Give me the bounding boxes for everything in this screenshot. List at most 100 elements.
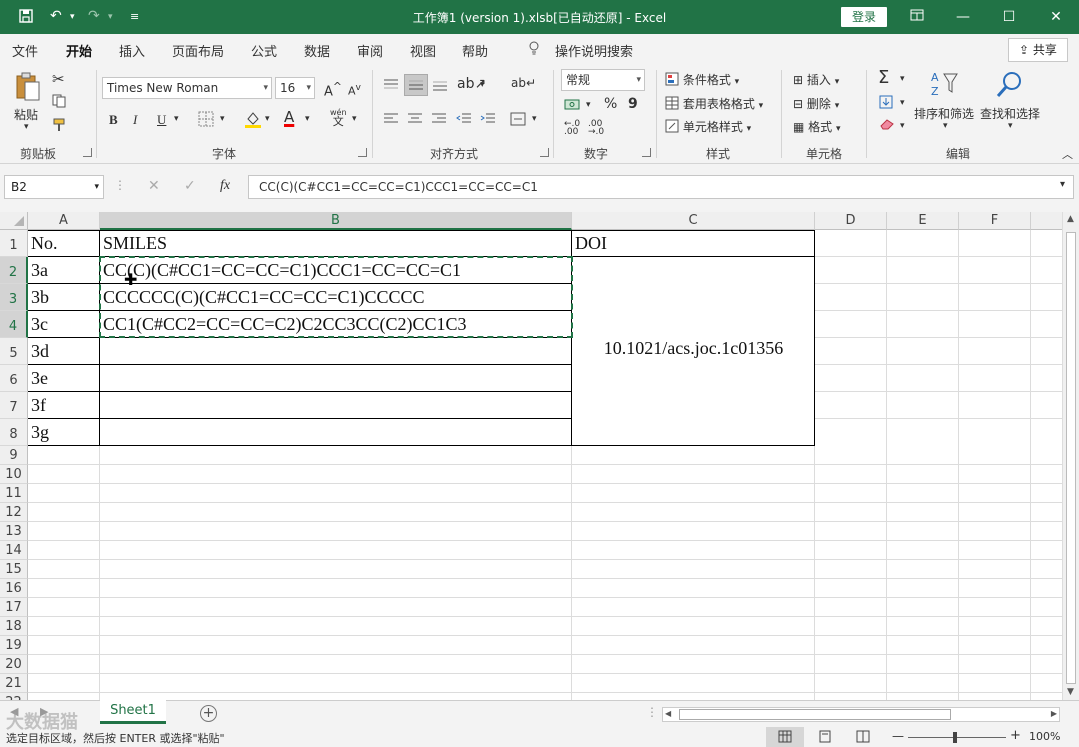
cell-a3[interactable]: 3b xyxy=(28,287,49,308)
add-sheet-icon[interactable]: + xyxy=(200,705,217,722)
row-header[interactable]: 10 xyxy=(0,465,28,484)
accounting-dropdown-icon[interactable]: ▾ xyxy=(586,100,591,110)
insert-cells-button[interactable]: ⊞ 插入 ▾ xyxy=(793,71,839,88)
cell-b1[interactable]: SMILES xyxy=(100,233,167,254)
page-layout-view-icon[interactable] xyxy=(818,730,832,746)
share-button[interactable]: ⇪ 共享 xyxy=(1008,38,1068,62)
row-header[interactable]: 16 xyxy=(0,579,28,598)
font-launcher-icon[interactable] xyxy=(358,148,367,157)
cell-a4[interactable]: 3c xyxy=(28,314,48,335)
decrease-decimal-icon[interactable]: .00 →.0 xyxy=(588,120,604,137)
tab-insert[interactable]: 插入 xyxy=(119,41,145,60)
column-header-a[interactable]: A xyxy=(28,212,100,230)
ribbon-display-icon[interactable] xyxy=(894,0,940,34)
paste-label[interactable]: 粘贴 xyxy=(14,106,38,123)
undo-dropdown-icon[interactable]: ▾ xyxy=(70,12,75,22)
tab-help[interactable]: 帮助 xyxy=(462,41,488,60)
redo-icon[interactable]: ↷ xyxy=(88,8,100,24)
scroll-right-icon[interactable]: ▶ xyxy=(1051,709,1057,718)
row-header[interactable]: 7 xyxy=(0,392,28,419)
page-break-view-icon[interactable] xyxy=(856,730,870,746)
fill-color-dropdown-icon[interactable]: ▾ xyxy=(265,114,270,124)
phonetic-icon[interactable]: wén 文 xyxy=(330,108,347,127)
scroll-left-icon[interactable]: ◀ xyxy=(665,709,671,718)
cell-c2-merged[interactable]: 10.1021/acs.joc.1c01356 xyxy=(572,338,815,359)
horizontal-scroll-thumb[interactable] xyxy=(679,709,951,720)
zoom-slider[interactable] xyxy=(908,737,1006,738)
login-button[interactable]: 登录 xyxy=(841,7,887,27)
bold-button[interactable]: B xyxy=(109,112,118,128)
clear-dropdown-icon[interactable]: ▾ xyxy=(900,121,905,131)
tab-formulas[interactable]: 公式 xyxy=(251,41,277,60)
row-header[interactable]: 20 xyxy=(0,655,28,674)
tell-me-search[interactable]: 操作说明搜索 xyxy=(555,41,633,60)
expand-formula-icon[interactable]: ▾ xyxy=(1060,179,1065,190)
row-header[interactable]: 5 xyxy=(0,338,28,365)
spreadsheet-grid[interactable]: A B C D E F 1 2 3 4 5 6 7 8 9 10 11 12 1… xyxy=(0,212,1062,700)
row-header[interactable]: 1 xyxy=(0,230,28,257)
redo-dropdown-icon[interactable]: ▾ xyxy=(108,12,113,22)
insert-function-icon[interactable]: fx xyxy=(220,178,230,194)
collapse-ribbon-icon[interactable]: ︿ xyxy=(1062,146,1073,162)
italic-button[interactable]: I xyxy=(133,112,137,128)
row-header[interactable]: 12 xyxy=(0,503,28,522)
font-color-icon[interactable]: A xyxy=(284,108,294,126)
autosum-dropdown-icon[interactable]: ▾ xyxy=(900,74,905,84)
alignment-launcher-icon[interactable] xyxy=(540,148,549,157)
row-header[interactable]: 21 xyxy=(0,674,28,693)
fill-color-icon[interactable] xyxy=(244,110,262,131)
row-header[interactable]: 3 xyxy=(0,284,28,311)
row-header[interactable]: 11 xyxy=(0,484,28,503)
row-header[interactable]: 4 xyxy=(0,311,28,338)
search-icon[interactable] xyxy=(995,70,1025,103)
zoom-slider-thumb[interactable] xyxy=(953,732,957,743)
column-header-d[interactable]: D xyxy=(815,212,887,230)
tab-view[interactable]: 视图 xyxy=(410,41,436,60)
tab-data[interactable]: 数据 xyxy=(304,41,330,60)
save-icon[interactable] xyxy=(18,8,34,28)
cell-c1[interactable]: DOI xyxy=(572,233,607,254)
orientation-dropdown-icon[interactable]: ▾ xyxy=(480,80,485,90)
font-color-dropdown-icon[interactable]: ▾ xyxy=(305,114,310,124)
align-center-icon[interactable] xyxy=(407,112,423,129)
find-select-dropdown-icon[interactable]: ▾ xyxy=(1008,121,1013,131)
increase-indent-icon[interactable] xyxy=(480,112,496,129)
sheet-tab-sheet1[interactable]: Sheet1 xyxy=(100,700,166,724)
find-select-label[interactable]: 查找和选择 xyxy=(980,105,1040,122)
row-header[interactable]: 6 xyxy=(0,365,28,392)
horizontal-scrollbar[interactable]: ◀ ▶ xyxy=(662,707,1060,722)
row-header[interactable]: 15 xyxy=(0,560,28,579)
merge-center-icon[interactable] xyxy=(510,111,526,130)
number-format-select[interactable]: 常规 ▾ xyxy=(561,69,645,91)
row-header[interactable]: 9 xyxy=(0,446,28,465)
cell-a5[interactable]: 3d xyxy=(28,341,49,362)
cell-a2[interactable]: 3a xyxy=(28,260,48,281)
align-bottom-icon[interactable] xyxy=(432,78,448,95)
fill-dropdown-icon[interactable]: ▾ xyxy=(900,98,905,108)
row-header[interactable]: 13 xyxy=(0,522,28,541)
cell-styles-button[interactable]: 单元格样式 ▾ xyxy=(665,118,751,135)
tab-page-layout[interactable]: 页面布局 xyxy=(172,41,224,60)
clear-icon[interactable] xyxy=(879,118,895,133)
increase-decimal-icon[interactable]: ←.0.00 xyxy=(564,120,580,137)
sort-filter-label[interactable]: 排序和筛选 xyxy=(914,105,974,122)
format-cells-button[interactable]: ▦ 格式 ▾ xyxy=(793,118,841,135)
row-header[interactable]: 17 xyxy=(0,598,28,617)
percent-icon[interactable]: % xyxy=(604,96,617,112)
cell-a7[interactable]: 3f xyxy=(28,395,46,416)
format-as-table-button[interactable]: 套用表格格式 ▾ xyxy=(665,95,763,112)
borders-icon[interactable] xyxy=(198,111,214,130)
tab-home[interactable]: 开始 xyxy=(66,41,93,67)
undo-icon[interactable]: ↶ xyxy=(50,8,62,24)
phonetic-dropdown-icon[interactable]: ▾ xyxy=(352,114,357,124)
shrink-font-button[interactable]: Av xyxy=(348,82,361,98)
align-left-icon[interactable] xyxy=(383,112,399,129)
cut-icon[interactable]: ✂ xyxy=(52,70,65,88)
paste-button[interactable] xyxy=(14,72,42,105)
row-header[interactable]: 22 xyxy=(0,693,28,700)
tab-file[interactable]: 文件 xyxy=(12,41,38,60)
font-size-select[interactable]: 16 ▾ xyxy=(275,77,315,99)
zoom-in-icon[interactable]: + xyxy=(1010,728,1021,743)
clipboard-launcher-icon[interactable] xyxy=(83,148,92,157)
cell-a8[interactable]: 3g xyxy=(28,422,49,443)
